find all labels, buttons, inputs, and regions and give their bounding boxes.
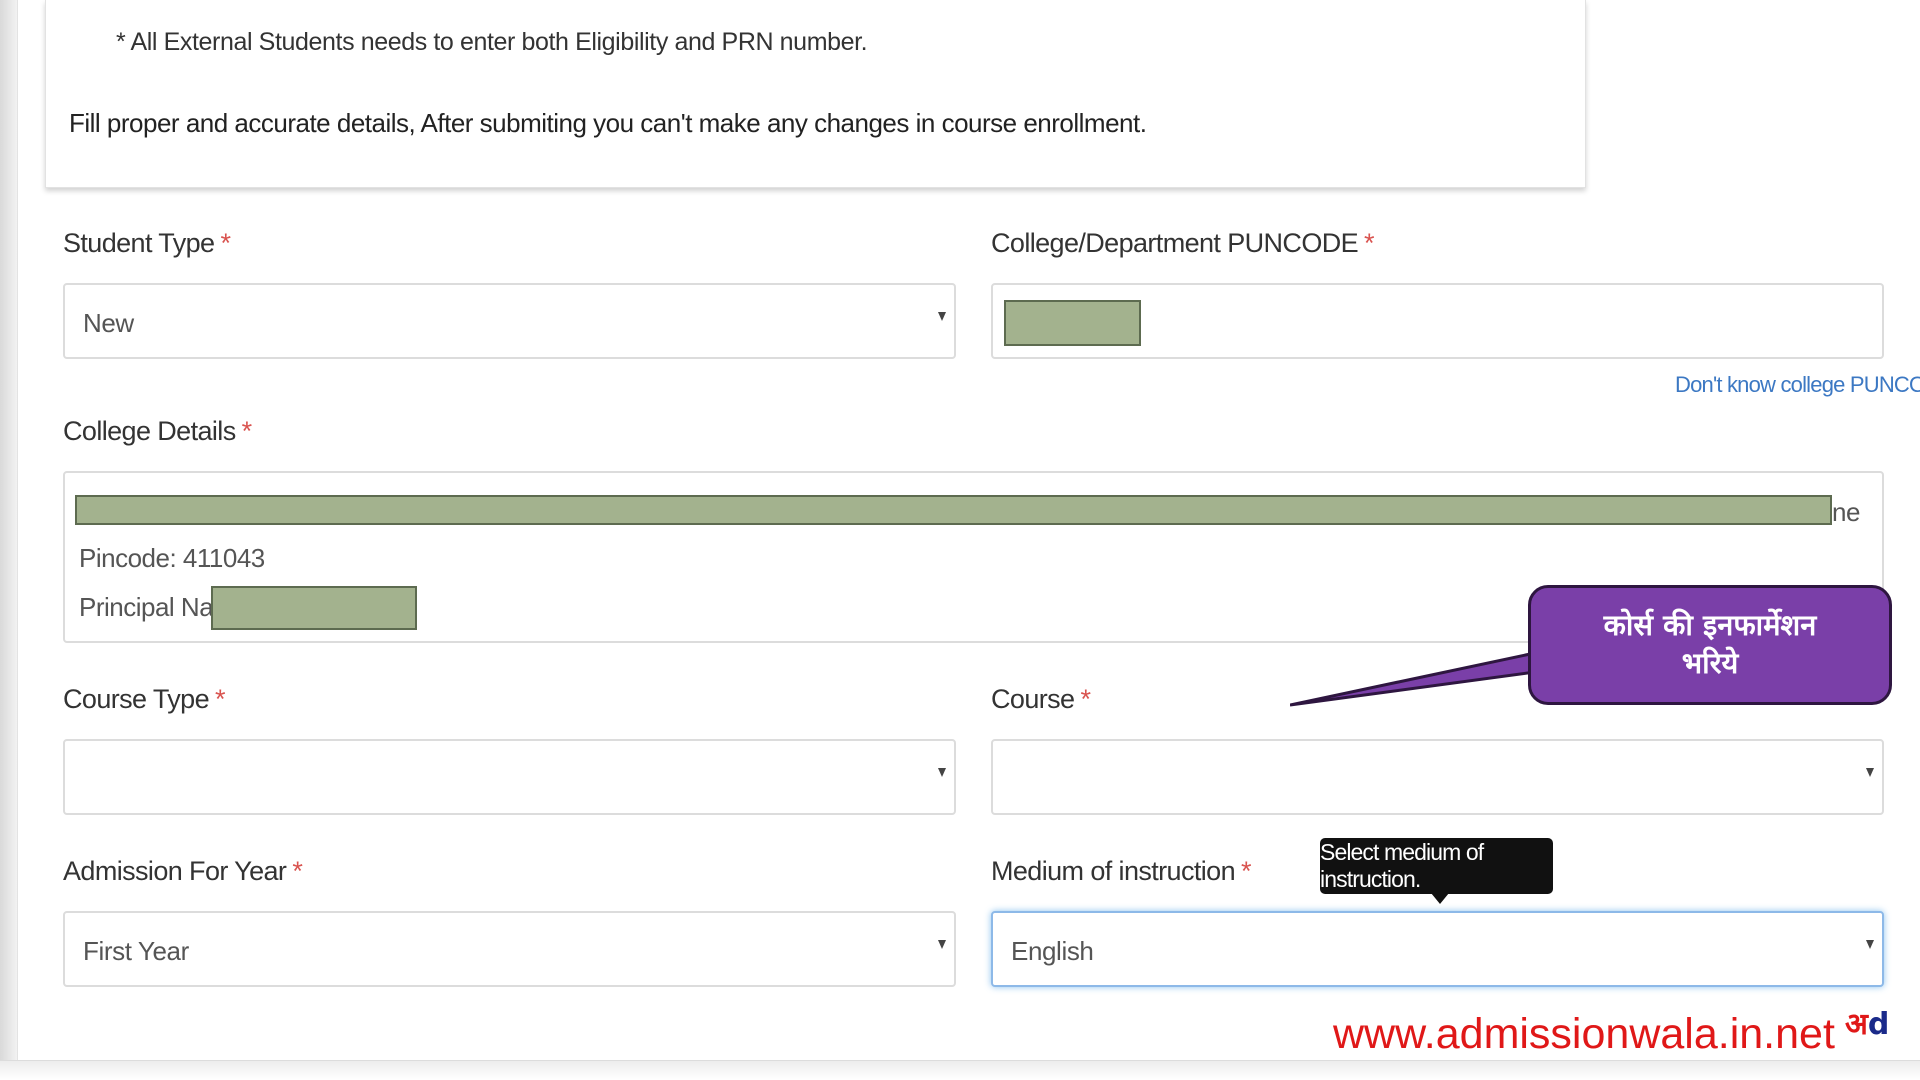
required-marker: * — [241, 416, 253, 446]
required-marker: * — [1364, 228, 1375, 258]
student-type-label: Student Type * — [63, 228, 231, 258]
course-label: Course * — [991, 684, 1091, 714]
college-details-label: College Details * — [63, 416, 253, 446]
medium-value: English — [1011, 936, 1094, 966]
puncode-label: College/Department PUNCODE * — [991, 228, 1375, 258]
tooltip-arrow — [1431, 893, 1449, 904]
callout-pointer — [1290, 651, 1537, 707]
dont-know-puncode-link[interactable]: Don't know college PUNCODE? — [1675, 372, 1920, 398]
admission-year-value: First Year — [83, 936, 189, 966]
callout-text-line2: भरिये — [1681, 646, 1739, 680]
callout-text-line1: कोर्स की इनफार्मेशन — [1603, 608, 1817, 642]
puncode-input[interactable] — [991, 283, 1884, 359]
external-students-note: * All External Students needs to enter b… — [116, 28, 868, 56]
watermark-logo: अd — [1845, 1007, 1890, 1042]
required-marker: * — [292, 856, 303, 886]
redacted-principal-name — [211, 586, 417, 630]
chevron-down-icon — [938, 768, 946, 777]
student-type-value: New — [83, 308, 134, 338]
enrollment-warning: Fill proper and accurate details, After … — [69, 108, 1147, 138]
admission-year-select[interactable]: First Year — [63, 911, 956, 987]
college-line-tail: ne — [1832, 497, 1860, 527]
redacted-puncode — [1004, 300, 1141, 346]
redacted-college-name — [75, 495, 1832, 525]
course-info-callout: कोर्स की इनफार्मेशन भरिये — [1528, 585, 1892, 705]
page-bottom-edge — [0, 1060, 1920, 1080]
page-left-edge — [0, 0, 18, 1080]
medium-label: Medium of instruction * — [991, 856, 1252, 886]
required-marker: * — [1080, 684, 1091, 714]
chevron-down-icon — [1866, 940, 1874, 949]
required-marker: * — [1241, 856, 1252, 886]
chevron-down-icon — [938, 312, 946, 321]
required-marker: * — [220, 228, 231, 258]
chevron-down-icon — [938, 940, 946, 949]
course-type-select[interactable] — [63, 739, 956, 815]
watermark-url: www.admissionwala.in.net — [1333, 1010, 1835, 1058]
admission-year-label: Admission For Year * — [63, 856, 303, 886]
medium-select[interactable]: English — [991, 911, 1884, 987]
course-type-label: Course Type * — [63, 684, 226, 714]
chevron-down-icon — [1866, 768, 1874, 777]
college-pincode: Pincode: 411043 — [79, 543, 265, 573]
notice-card: * All External Students needs to enter b… — [45, 0, 1586, 188]
student-type-select[interactable]: New — [63, 283, 956, 359]
required-marker: * — [215, 684, 226, 714]
course-select[interactable] — [991, 739, 1884, 815]
medium-tooltip: Select medium of instruction. — [1320, 838, 1553, 894]
